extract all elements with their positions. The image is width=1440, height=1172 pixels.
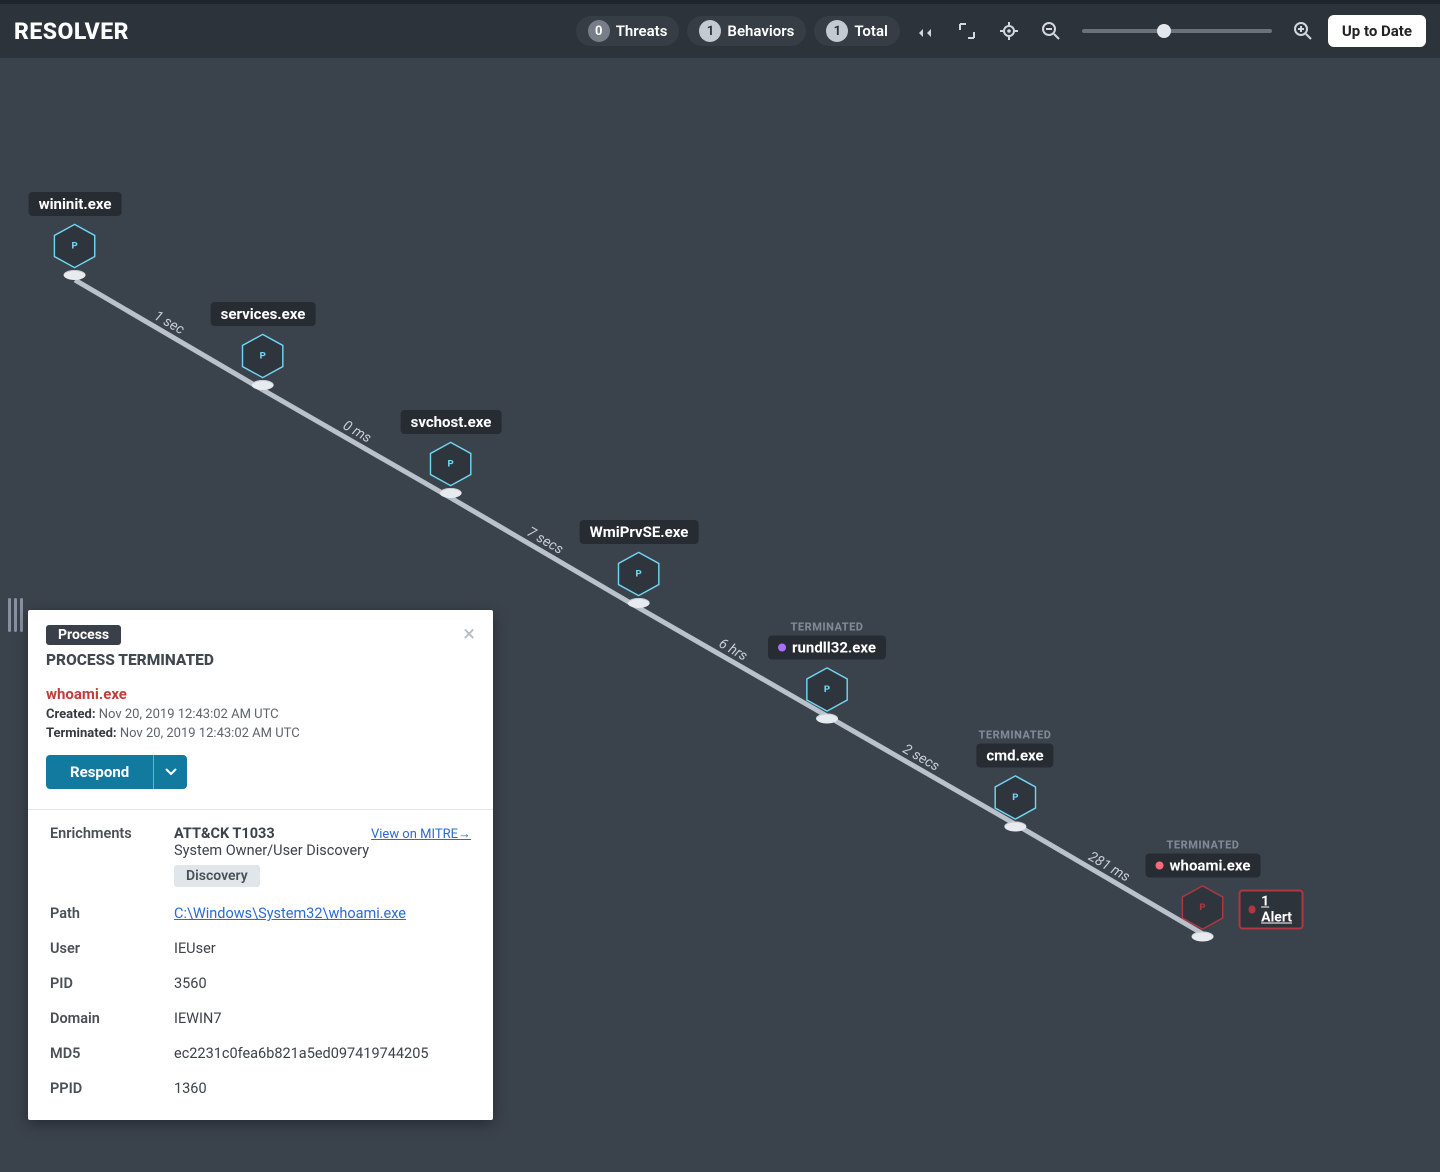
row-user: UserIEUser bbox=[46, 931, 475, 966]
collapse-icon[interactable] bbox=[908, 14, 942, 48]
edge-label: 1 sec bbox=[151, 308, 187, 338]
details-terminated: Terminated: Nov 20, 2019 12:43:02 AM UTC bbox=[46, 726, 300, 741]
row-domain: DomainIEWIN7 bbox=[46, 1001, 475, 1036]
process-hex-icon: P bbox=[239, 332, 287, 380]
edge-label: 6 hrs bbox=[716, 636, 750, 665]
zoom-slider-knob[interactable] bbox=[1157, 24, 1171, 38]
mitre-link[interactable]: View on MITRE→ bbox=[371, 826, 471, 842]
zoom-slider[interactable] bbox=[1082, 29, 1272, 33]
process-hex-icon: P bbox=[615, 550, 663, 598]
svg-text:P: P bbox=[72, 241, 78, 252]
process-hex-icon: P bbox=[427, 440, 475, 488]
edge-label: 2 secs bbox=[900, 741, 942, 774]
total-pill[interactable]: 1 Total bbox=[814, 16, 900, 46]
title-bar: RESOLVER 0 Threats 1 Behaviors 1 Total U… bbox=[0, 0, 1440, 58]
svg-text:P: P bbox=[448, 459, 454, 470]
row-pid: PID3560 bbox=[46, 966, 475, 1001]
details-file: whoami.exe bbox=[46, 685, 300, 703]
edge-label: 281 ms bbox=[1085, 849, 1132, 886]
process-hex-icon: P bbox=[991, 774, 1039, 822]
node-label: wininit.exe bbox=[39, 195, 112, 213]
attck-desc: System Owner/User Discovery bbox=[174, 842, 471, 859]
node-label: rundll32.exe bbox=[792, 639, 876, 657]
respond-caret[interactable] bbox=[153, 755, 187, 789]
attck-id: ATT&CK T1033 bbox=[174, 825, 275, 842]
behaviors-count: 1 bbox=[699, 20, 721, 42]
alert-chip[interactable]: 1 Alert bbox=[1239, 890, 1304, 930]
node-services[interactable]: services.exe P bbox=[211, 302, 316, 390]
behaviors-pill[interactable]: 1 Behaviors bbox=[687, 16, 806, 46]
details-type-badge: Process bbox=[46, 625, 121, 645]
node-whoami[interactable]: TERMINATEDwhoami.exeP1 Alert bbox=[1146, 839, 1261, 942]
edge-label: 7 secs bbox=[524, 524, 566, 558]
app-title: RESOLVER bbox=[14, 18, 129, 45]
edge-label: 0 ms bbox=[340, 418, 374, 447]
node-svchost[interactable]: svchost.exe P bbox=[401, 410, 502, 498]
up-to-date-button[interactable]: Up to Date bbox=[1328, 15, 1426, 47]
row-ppid: PPID1360 bbox=[46, 1071, 475, 1106]
row-enrichments: Enrichments ATT&CK T1033 View on MITRE→ … bbox=[46, 816, 475, 896]
svg-text:P: P bbox=[260, 351, 266, 362]
threats-label: Threats bbox=[616, 22, 668, 40]
svg-text:P: P bbox=[824, 684, 830, 695]
svg-text:P: P bbox=[1012, 792, 1018, 803]
details-body[interactable]: Enrichments ATT&CK T1033 View on MITRE→ … bbox=[28, 810, 493, 1120]
recenter-icon[interactable] bbox=[992, 14, 1026, 48]
chevron-down-icon bbox=[164, 765, 178, 779]
process-hex-icon: P bbox=[803, 666, 851, 714]
path-link[interactable]: C:\Windows\System32\whoami.exe bbox=[174, 905, 406, 922]
total-label: Total bbox=[854, 22, 888, 40]
process-hex-icon: P bbox=[51, 222, 99, 270]
node-wmiprvse[interactable]: WmiPrvSE.exe P bbox=[580, 520, 699, 608]
node-rundll32[interactable]: TERMINATED rundll32.exe P bbox=[768, 621, 886, 724]
sidebar-drag-handle[interactable] bbox=[8, 598, 23, 632]
node-label: WmiPrvSE.exe bbox=[590, 523, 689, 541]
details-panel: Process PROCESS TERMINATED whoami.exe Cr… bbox=[28, 610, 493, 1120]
node-cmd[interactable]: TERMINATED cmd.exe P bbox=[976, 729, 1053, 832]
attck-tag: Discovery bbox=[174, 865, 260, 887]
status-dot bbox=[1156, 862, 1164, 870]
details-created: Created: Nov 20, 2019 12:43:02 AM UTC bbox=[46, 707, 300, 722]
row-path: PathC:\Windows\System32\whoami.exe bbox=[46, 896, 475, 931]
status-dot bbox=[778, 644, 786, 652]
behaviors-label: Behaviors bbox=[727, 22, 794, 40]
details-status: PROCESS TERMINATED bbox=[46, 651, 300, 669]
row-md5: MD5ec2231c0fea6b821a5ed097419744205 bbox=[46, 1036, 475, 1071]
node-label: services.exe bbox=[221, 305, 306, 323]
svg-text:P: P bbox=[636, 569, 642, 580]
expand-icon[interactable] bbox=[950, 14, 984, 48]
node-wininit[interactable]: wininit.exe P bbox=[29, 192, 122, 280]
terminated-label: TERMINATED bbox=[791, 621, 864, 634]
svg-text:P: P bbox=[1200, 902, 1206, 913]
terminated-label: TERMINATED bbox=[1167, 839, 1240, 852]
close-icon[interactable]: × bbox=[463, 624, 475, 646]
threats-pill[interactable]: 0 Threats bbox=[576, 16, 680, 46]
process-hex-icon: P bbox=[1179, 884, 1227, 932]
terminated-label: TERMINATED bbox=[979, 729, 1052, 742]
total-count: 1 bbox=[826, 20, 848, 42]
node-label: cmd.exe bbox=[986, 747, 1043, 765]
zoom-out-icon[interactable] bbox=[1034, 14, 1068, 48]
zoom-in-icon[interactable] bbox=[1286, 14, 1320, 48]
node-label: whoami.exe bbox=[1170, 857, 1251, 875]
threats-count: 0 bbox=[588, 20, 610, 42]
node-label: svchost.exe bbox=[411, 413, 492, 431]
respond-button[interactable]: Respond bbox=[46, 755, 153, 789]
